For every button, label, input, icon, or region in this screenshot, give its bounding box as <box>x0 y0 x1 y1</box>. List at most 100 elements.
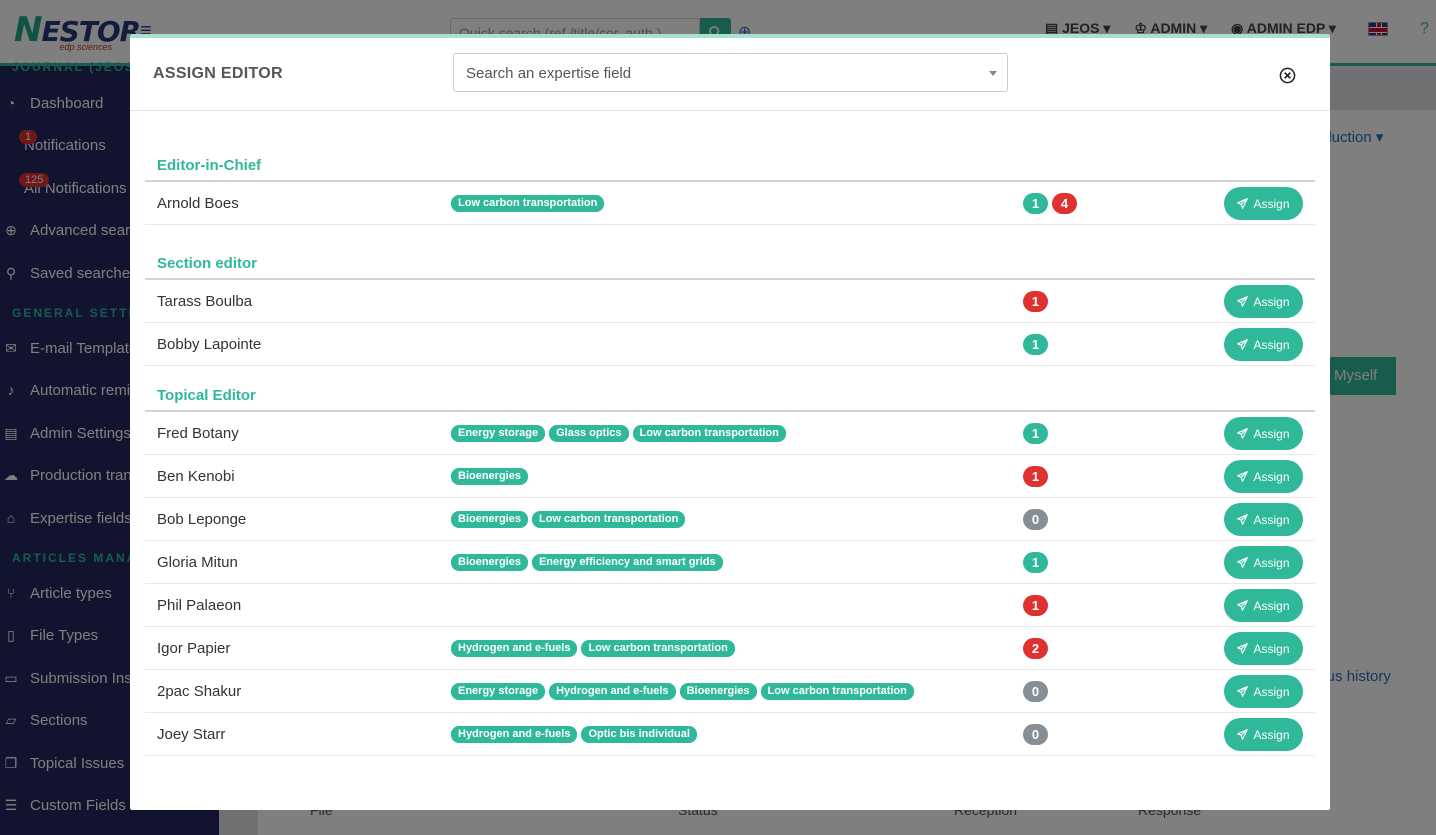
send-icon <box>1237 686 1249 697</box>
editor-name: Phil Palaeon <box>157 597 242 614</box>
expertise-tag: Glass optics <box>549 425 629 442</box>
editor-name: Ben Kenobi <box>157 468 235 485</box>
assign-editor-modal: ASSIGN EDITOR Search an expertise field … <box>130 34 1330 810</box>
editor-name: Tarass Boulba <box>157 293 253 310</box>
assign-button[interactable]: Assign <box>1224 285 1303 318</box>
send-icon <box>1237 557 1249 568</box>
assign-button-label: Assign <box>1253 337 1290 352</box>
count-badge: 1 <box>1023 334 1048 355</box>
expertise-tag: Low carbon transportation <box>760 683 914 700</box>
count-badge: 1 <box>1023 193 1048 214</box>
count-badge: 1 <box>1023 291 1048 312</box>
expertise-tag: Low carbon transportation <box>632 425 786 442</box>
count-badge: 0 <box>1023 724 1048 745</box>
editor-row: Ben Kenobi Bioenergies 1 Assign <box>145 455 1315 498</box>
expertise-tags: Bioenergies Low carbon transportation <box>451 511 686 528</box>
expertise-tag: Bioenergies <box>451 468 528 485</box>
expertise-tags: Hydrogen and e-fuels Low carbon transport… <box>451 640 735 657</box>
count-badge: 1 <box>1023 552 1048 573</box>
assign-button[interactable]: Assign <box>1224 632 1303 665</box>
assignment-counts: 14 <box>1023 193 1077 214</box>
editor-row: Joey Starr Hydrogen and e-fuels Optic bis … <box>145 713 1315 756</box>
assign-button-label: Assign <box>1253 727 1290 742</box>
editor-row: Phil Palaeon 1 Assign <box>145 584 1315 627</box>
assign-button-label: Assign <box>1253 469 1290 484</box>
section-title: Section editor <box>157 255 258 272</box>
send-icon <box>1237 198 1249 209</box>
expertise-field-select[interactable]: Search an expertise field <box>453 53 1008 92</box>
expertise-tag: Energy efficiency and smart grids <box>531 554 723 571</box>
count-badge: 4 <box>1052 193 1077 214</box>
editor-row: Igor Papier Hydrogen and e-fuels Low carbo… <box>145 627 1315 670</box>
count-badge: 1 <box>1023 423 1048 444</box>
editor-name: Gloria Mitun <box>157 554 238 571</box>
modal-title: ASSIGN EDITOR <box>153 65 283 82</box>
expertise-tag: Bioenergies <box>679 683 757 700</box>
expertise-tag: Optic bis individual <box>581 726 697 743</box>
assignment-counts: 1 <box>1023 595 1048 616</box>
assign-button-label: Assign <box>1253 294 1290 309</box>
assign-button[interactable]: Assign <box>1224 503 1303 536</box>
expertise-tag: Low carbon transportation <box>451 195 605 212</box>
editor-row: Bob Leponge Bioenergies Low carbon transpo… <box>145 498 1315 541</box>
expertise-tags: Energy storage Hydrogen and e-fuels Bioene… <box>451 683 914 700</box>
editor-row: Gloria Mitun Bioenergies Energy efficiency… <box>145 541 1315 584</box>
assignment-counts: 0 <box>1023 681 1048 702</box>
count-badge: 2 <box>1023 638 1048 659</box>
assign-button[interactable]: Assign <box>1224 546 1303 579</box>
expertise-tags: Bioenergies <box>451 468 528 485</box>
editor-row: 2pac Shakur Energy storage Hydrogen and e-… <box>145 670 1315 713</box>
count-badge: 0 <box>1023 509 1048 530</box>
assign-button-label: Assign <box>1253 684 1290 699</box>
assign-button-label: Assign <box>1253 196 1290 211</box>
editor-name: Bob Leponge <box>157 511 247 528</box>
expertise-tag: Hydrogen and e-fuels <box>451 640 578 657</box>
assign-button[interactable]: Assign <box>1224 675 1303 708</box>
assignment-counts: 0 <box>1023 724 1048 745</box>
assignment-counts: 2 <box>1023 638 1048 659</box>
send-icon <box>1237 339 1249 350</box>
expertise-tags: Energy storage Glass optics Low carbon tra… <box>451 425 786 442</box>
assign-button[interactable]: Assign <box>1224 460 1303 493</box>
send-icon <box>1237 600 1249 611</box>
section-title: Editor-in-Chief <box>157 157 262 174</box>
expertise-tags: Low carbon transportation <box>451 195 605 212</box>
editor-row: Bobby Lapointe 1 Assign <box>145 323 1315 366</box>
assignment-counts: 0 <box>1023 509 1048 530</box>
assign-button-label: Assign <box>1253 512 1290 527</box>
count-badge: 0 <box>1023 681 1048 702</box>
assign-button-label: Assign <box>1253 426 1290 441</box>
editor-row: Arnold Boes Low carbon transportation 1 4 As… <box>145 182 1315 225</box>
count-badge: 1 <box>1023 466 1048 487</box>
editor-name: Arnold Boes <box>157 195 239 212</box>
expertise-tag: Hydrogen and e-fuels <box>549 683 676 700</box>
assignment-counts: 1 <box>1023 552 1048 573</box>
expertise-tags: Bioenergies Energy efficiency and smart g… <box>451 554 723 571</box>
editor-name: Bobby Lapointe <box>157 336 262 353</box>
assign-button[interactable]: Assign <box>1224 589 1303 622</box>
count-badge: 1 <box>1023 595 1048 616</box>
editor-row: Fred Botany Energy storage Glass optics Low… <box>145 412 1315 455</box>
assign-button-label: Assign <box>1253 598 1290 613</box>
expertise-select-placeholder: Search an expertise field <box>466 65 632 82</box>
assign-button[interactable]: Assign <box>1224 417 1303 450</box>
expertise-tag: Hydrogen and e-fuels <box>451 726 578 743</box>
assignment-counts: 1 <box>1023 291 1048 312</box>
close-icon[interactable] <box>1279 67 1296 84</box>
modal-header: ASSIGN EDITOR Search an expertise field <box>130 38 1330 111</box>
assign-button[interactable]: Assign <box>1224 718 1303 751</box>
editor-row: Tarass Boulba 1 Assign <box>145 280 1315 323</box>
expertise-tag: Low carbon transportation <box>581 640 735 657</box>
assign-button[interactable]: Assign <box>1224 187 1303 220</box>
caret-down-icon <box>989 71 997 76</box>
expertise-tag: Energy storage <box>451 683 546 700</box>
assign-button[interactable]: Assign <box>1224 328 1303 361</box>
send-icon <box>1237 643 1249 654</box>
assignment-counts: 1 <box>1023 334 1048 355</box>
expertise-tag: Bioenergies <box>451 511 528 528</box>
editor-name: 2pac Shakur <box>157 683 242 700</box>
assign-button-label: Assign <box>1253 555 1290 570</box>
expertise-tags: Hydrogen and e-fuels Optic bis individual <box>451 726 697 743</box>
send-icon <box>1237 471 1249 482</box>
expertise-tag: Energy storage <box>451 425 546 442</box>
